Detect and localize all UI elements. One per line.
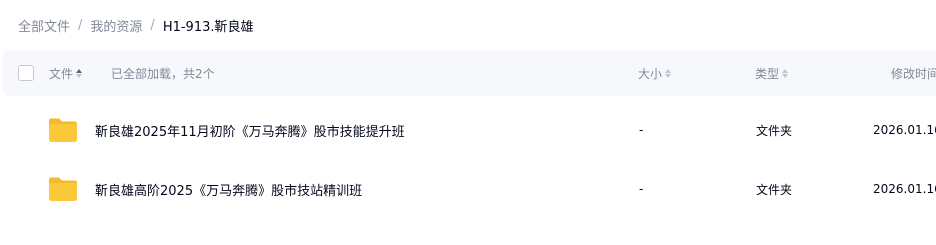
- sort-icon[interactable]: [782, 68, 789, 78]
- folder-icon: [49, 118, 77, 142]
- file-browser: 全部文件 / 我的资源 / H1-913.靳良雄 文件 已全部加载，共2个 大小…: [0, 0, 936, 245]
- column-header-mtime[interactable]: 修改时间: [891, 50, 936, 96]
- file-size: -: [639, 123, 644, 137]
- breadcrumb-separator: /: [78, 17, 83, 33]
- breadcrumb: 全部文件 / 我的资源 / H1-913.靳良雄: [18, 14, 254, 36]
- column-header-size[interactable]: 大小: [638, 50, 672, 96]
- sort-icon[interactable]: [76, 68, 83, 78]
- table-row[interactable]: 靳良雄高阶2025《万马奔腾》股市技站精训班 - 文件夹 2026.01.16: [2, 160, 936, 218]
- column-header-size-label: 大小: [638, 66, 663, 81]
- file-modified-time: 2026.01.16: [873, 182, 936, 196]
- table-row[interactable]: 靳良雄2025年11月初阶《万马奔腾》股市技能提升班 - 文件夹 2026.01…: [2, 101, 936, 159]
- file-size: -: [639, 182, 644, 196]
- load-summary: 已全部加载，共2个: [111, 66, 215, 81]
- sort-icon[interactable]: [665, 68, 672, 78]
- file-type: 文件夹: [756, 123, 793, 138]
- column-header-name[interactable]: 文件: [49, 50, 83, 96]
- column-header-type-label: 类型: [755, 66, 780, 81]
- folder-icon: [49, 177, 77, 201]
- breadcrumb-my-resources[interactable]: 我的资源: [90, 16, 142, 35]
- breadcrumb-separator: /: [150, 17, 155, 33]
- column-header-type[interactable]: 类型: [755, 50, 789, 96]
- file-type: 文件夹: [756, 182, 793, 197]
- breadcrumb-current-folder: H1-913.靳良雄: [162, 19, 254, 35]
- breadcrumb-all-files[interactable]: 全部文件: [18, 16, 70, 35]
- file-modified-time: 2026.01.16: [873, 123, 936, 137]
- file-name[interactable]: 靳良雄2025年11月初阶《万马奔腾》股市技能提升班: [95, 101, 405, 159]
- table-header: 文件 已全部加载，共2个 大小 类型 修改时间: [2, 50, 936, 96]
- select-all-checkbox[interactable]: [18, 65, 34, 81]
- column-header-mtime-label: 修改时间: [891, 66, 936, 81]
- column-header-name-label: 文件: [49, 66, 74, 81]
- file-name[interactable]: 靳良雄高阶2025《万马奔腾》股市技站精训班: [95, 160, 362, 218]
